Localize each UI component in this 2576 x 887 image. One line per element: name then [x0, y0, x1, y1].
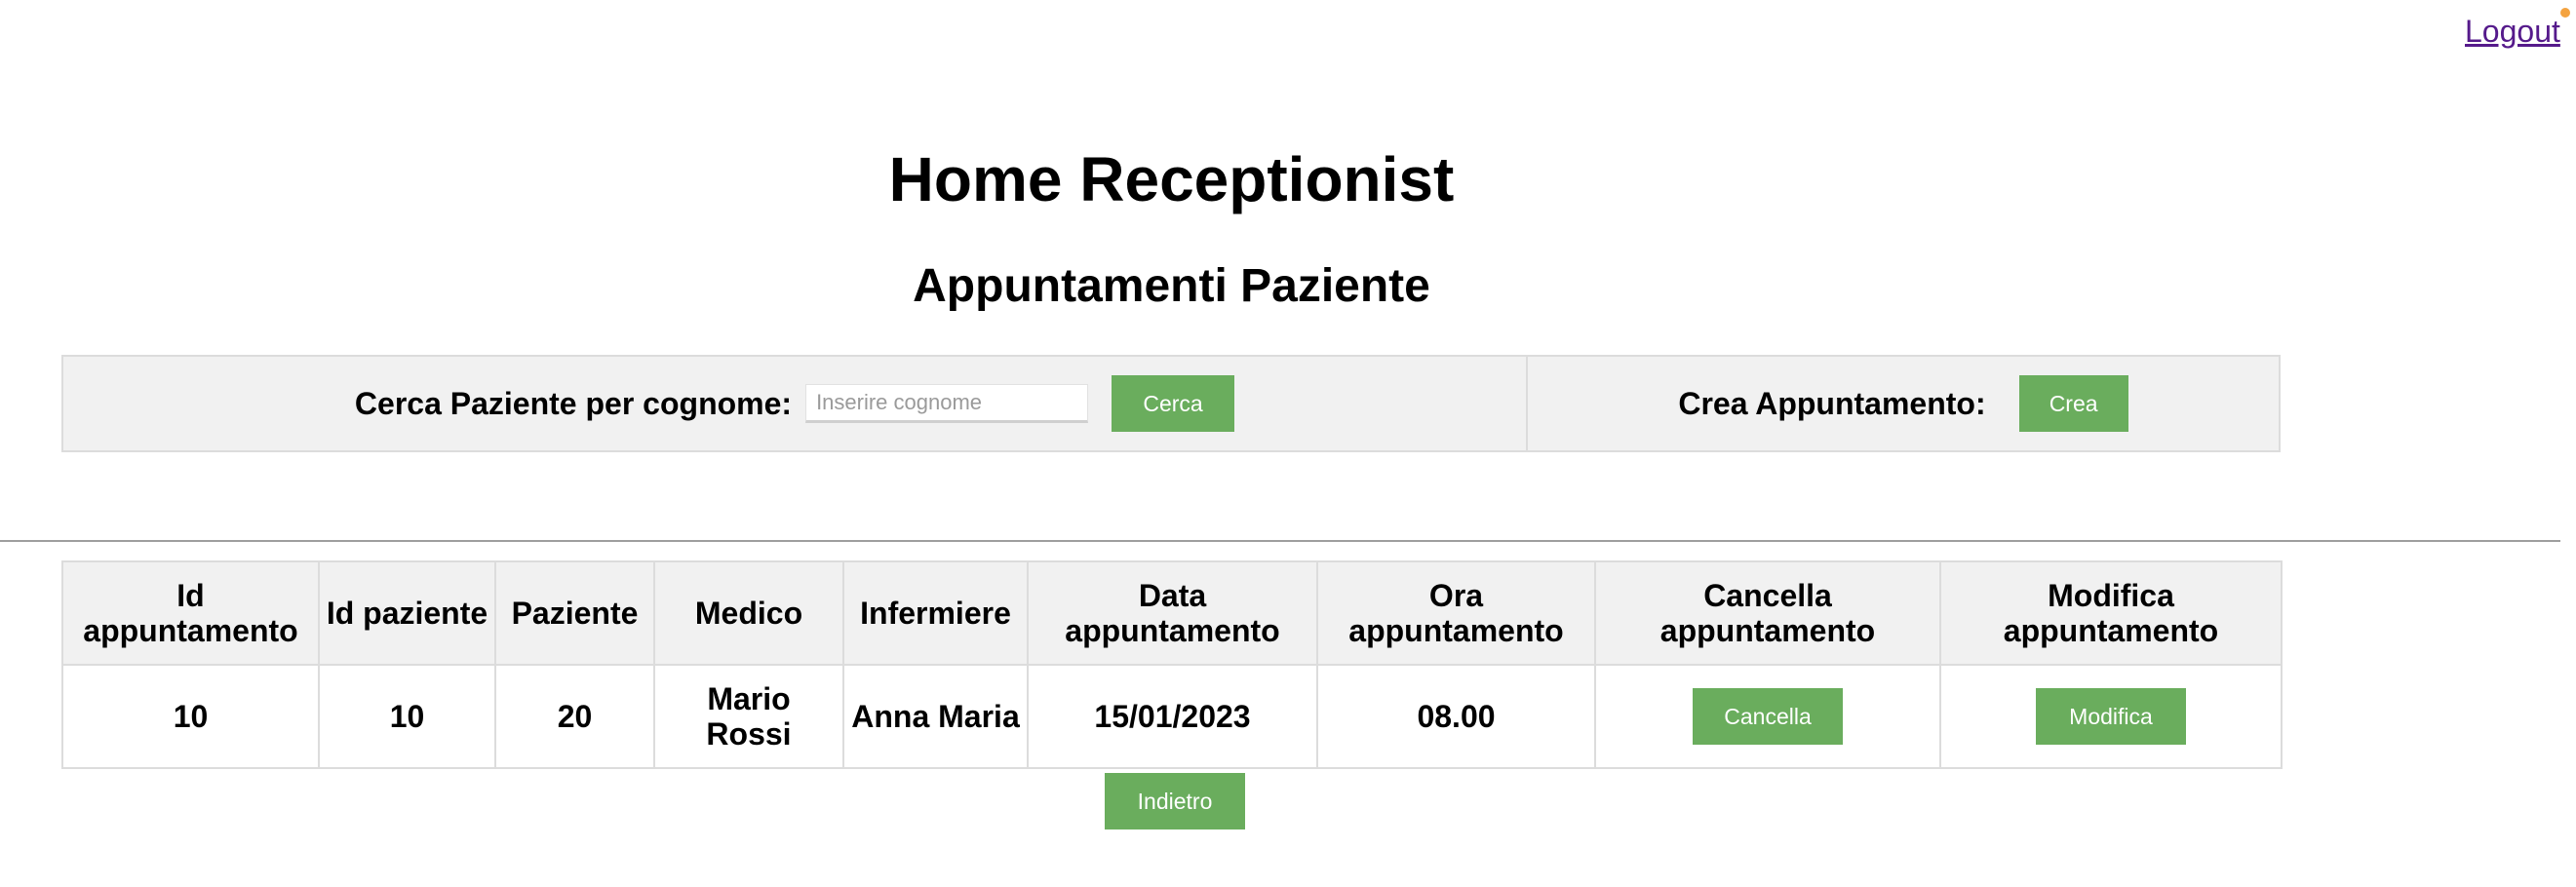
create-appointment-label: Crea Appuntamento: — [1678, 385, 1986, 421]
cancel-appointment-button[interactable]: Cancella — [1693, 688, 1843, 745]
column-header-id-appuntamento: Id appuntamento — [61, 560, 320, 666]
column-header-medico: Medico — [653, 560, 844, 666]
table-header-row: Id appuntamento Id paziente Paziente Med… — [61, 560, 2283, 666]
page-subtitle: Appuntamenti Paziente — [913, 260, 1430, 312]
cell-id-paziente: 10 — [318, 664, 496, 769]
logout-link[interactable]: Logout — [2465, 14, 2560, 50]
back-button[interactable]: Indietro — [1105, 773, 1245, 829]
create-appointment-button[interactable]: Crea — [2018, 375, 2128, 432]
cell-paziente: 20 — [494, 664, 655, 769]
cell-ora: 08.00 — [1316, 664, 1596, 769]
table-row: 10 10 20 Mario Rossi Anna Maria 15/01/20… — [61, 664, 2283, 769]
notification-dot-icon — [2560, 8, 2570, 18]
cell-modifica: Modifica — [1939, 664, 2283, 769]
appointments-table: Id appuntamento Id paziente Paziente Med… — [61, 560, 2283, 769]
cell-infermiere: Anna Maria — [842, 664, 1029, 769]
surname-search-input[interactable] — [805, 384, 1089, 423]
column-header-id-paziente: Id paziente — [318, 560, 496, 666]
column-header-paziente: Paziente — [494, 560, 655, 666]
toolbar: Cerca Paziente per cognome: Cerca Crea A… — [61, 355, 2281, 452]
search-cell: Cerca Paziente per cognome: Cerca — [63, 357, 1528, 450]
column-header-cancella: Cancella appuntamento — [1594, 560, 1941, 666]
page-title: Home Receptionist — [888, 144, 1455, 214]
cell-medico: Mario Rossi — [653, 664, 844, 769]
column-header-modifica: Modifica appuntamento — [1939, 560, 2283, 666]
column-header-ora: Ora appuntamento — [1316, 560, 1596, 666]
cell-id-appuntamento: 10 — [61, 664, 320, 769]
search-button[interactable]: Cerca — [1112, 375, 1235, 432]
search-label: Cerca Paziente per cognome: — [354, 385, 793, 421]
column-header-data: Data appuntamento — [1027, 560, 1318, 666]
horizontal-divider — [0, 540, 2560, 542]
column-header-infermiere: Infermiere — [842, 560, 1029, 666]
create-cell: Crea Appuntamento: Crea — [1528, 357, 2279, 450]
cell-data: 15/01/2023 — [1027, 664, 1318, 769]
cell-cancella: Cancella — [1594, 664, 1941, 769]
edit-appointment-button[interactable]: Modifica — [2036, 688, 2186, 745]
